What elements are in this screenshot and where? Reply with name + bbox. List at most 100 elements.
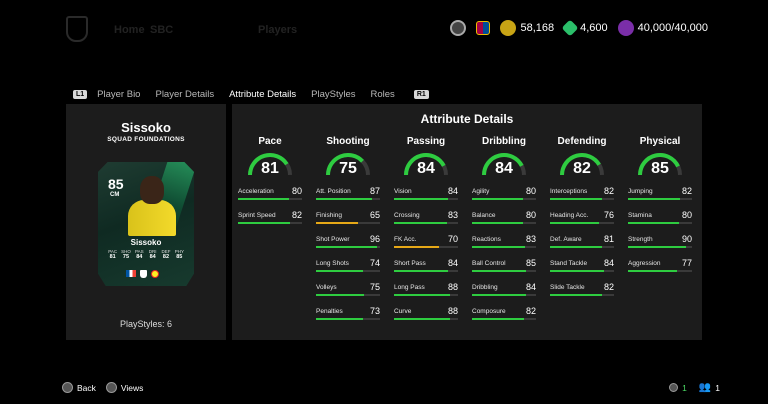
attribute-value: 88 (447, 306, 458, 316)
category-value: 85 (651, 160, 669, 177)
attribute-bar (394, 198, 458, 200)
attribute-row: Def. Aware 81 (550, 234, 614, 258)
footer-controls: Back Views (62, 382, 143, 393)
attribute-name: Att. Position (316, 188, 351, 195)
attribute-bar-fill (628, 198, 681, 200)
attribute-name: Aggression (628, 260, 661, 267)
attribute-row: Volleys 75 (316, 282, 380, 306)
attribute-row: Long Pass 88 (394, 282, 458, 306)
attribute-bar-fill (550, 270, 604, 272)
attribute-bar-fill (394, 198, 448, 200)
attribute-value: 84 (525, 282, 536, 292)
attribute-bar (472, 222, 536, 224)
coins-display: 58,168 (500, 20, 554, 36)
category-value: 81 (261, 160, 279, 177)
attribute-bar-fill (472, 270, 527, 272)
attribute-bar (238, 198, 302, 200)
player-name: Sissoko (121, 120, 171, 135)
attribute-value: 70 (447, 234, 458, 244)
category-gauge: 75 (325, 150, 371, 177)
attribute-row: Short Pass 84 (394, 258, 458, 282)
r1-button-icon[interactable]: R1 (413, 90, 429, 99)
views-label[interactable]: Views (121, 383, 144, 393)
sp-value: 40,000/40,000 (637, 22, 708, 34)
back-label[interactable]: Back (77, 383, 96, 393)
attribute-row: Ball Control 85 (472, 258, 536, 282)
attribute-value: 87 (369, 186, 380, 196)
category-name: Pace (258, 136, 282, 147)
attribute-value: 80 (291, 186, 302, 196)
player-card[interactable]: 85 CM Sissoko PAC SHO PAS DRI DEF PHY 81… (98, 162, 194, 286)
tab-roles[interactable]: Roles (371, 89, 395, 100)
attribute-name: Composure (472, 308, 506, 315)
tab-player-bio[interactable]: Player Bio (97, 89, 140, 100)
attribute-row: Composure 82 (472, 306, 536, 330)
attribute-value: 88 (447, 282, 458, 292)
attribute-name: Curve (394, 308, 412, 315)
attribute-bar (316, 246, 380, 248)
tab-player-details[interactable]: Player Details (155, 89, 214, 100)
attribute-value: 73 (369, 306, 380, 316)
attribute-list-pace: Acceleration 80 Sprint Speed 82 (238, 186, 302, 234)
attribute-value: 84 (603, 258, 614, 268)
card-stat-value: 82 (162, 254, 170, 260)
attribute-list-shooting: Att. Position 87 Finishing 65 Shot Power 96 Lo… (316, 186, 380, 330)
category-value: 84 (495, 160, 513, 177)
r-stick-button-icon[interactable] (105, 382, 117, 393)
category-value: 84 (417, 160, 435, 177)
attribute-value: 76 (603, 210, 614, 220)
attribute-name: Sprint Speed (238, 212, 276, 219)
player-subtitle: SQUAD FOUNDATIONS (107, 136, 185, 143)
attribute-bar (316, 318, 380, 320)
france-flag-icon (126, 270, 136, 277)
attribute-bar-fill (628, 270, 678, 272)
attribute-value: 90 (681, 234, 692, 244)
card-stat-value: 84 (149, 254, 156, 260)
attribute-bar (628, 198, 692, 200)
attribute-bar-fill (550, 294, 603, 296)
attribute-bar-fill (550, 222, 599, 224)
attribute-name: Long Pass (394, 284, 425, 291)
attribute-row: Long Shots 74 (316, 258, 380, 282)
attribute-row: Crossing 83 (394, 210, 458, 234)
attribute-bar (316, 270, 380, 272)
points-display: 4,600 (561, 19, 608, 37)
footer: Back Views 1 👥 1 (0, 376, 768, 400)
attribute-name: Interceptions (550, 188, 588, 195)
sp-display: 40,000/40,000 (617, 20, 708, 36)
tab-playstyles[interactable]: PlayStyles (311, 89, 355, 100)
attribute-bar (472, 270, 536, 272)
player-head (140, 176, 164, 204)
nav-players-faded: Players (258, 24, 298, 36)
attribute-bar (316, 222, 380, 224)
category-name: Defending (557, 136, 607, 147)
league-icon (140, 270, 147, 278)
attribute-row: Curve 88 (394, 306, 458, 330)
category-passing: Passing 84 (394, 136, 458, 177)
category-shooting: Shooting 75 (316, 136, 380, 177)
attribute-bar (472, 294, 536, 296)
attribute-row: Slide Tackle 82 (550, 282, 614, 306)
attribute-row: Stamina 80 (628, 210, 692, 234)
category-value: 82 (573, 160, 591, 177)
attribute-bar (316, 198, 380, 200)
attribute-name: Jumping (628, 188, 653, 195)
attribute-name: Volleys (316, 284, 337, 291)
coins-value: 58,168 (520, 22, 555, 34)
category-pace: Pace 81 (238, 136, 302, 177)
tab-attribute-details[interactable]: Attribute Details (229, 89, 296, 100)
attribute-value: 82 (525, 306, 536, 316)
circle-button-icon[interactable] (62, 382, 73, 393)
count-b: 1 (715, 382, 720, 393)
panel-title: Attribute Details (420, 112, 514, 126)
card-stats: PAC SHO PAS DRI DEF PHY 81 75 84 84 82 8… (106, 249, 186, 260)
attribute-bar (394, 270, 458, 272)
l1-button-icon[interactable]: L1 (73, 90, 88, 99)
attribute-row: Interceptions 82 (550, 186, 614, 210)
attribute-bar-fill (316, 318, 363, 320)
club-crest-icon (476, 21, 491, 35)
attribute-row: Reactions 83 (472, 234, 536, 258)
attribute-bar-fill (472, 246, 526, 248)
attribute-bar (472, 198, 536, 200)
attribute-row: Jumping 82 (628, 186, 692, 210)
